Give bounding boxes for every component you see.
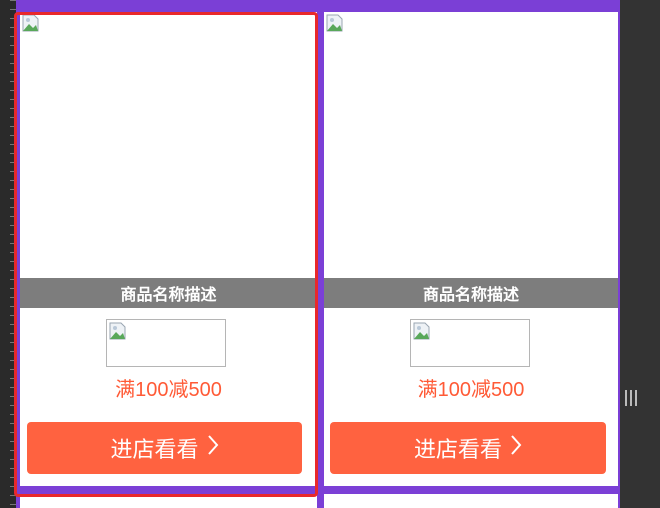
broken-image-icon [22,14,40,32]
promo-text: 满100减500 [417,379,525,401]
promo-text: 满100减500 [115,379,222,401]
visit-shop-label: 进店看看 [110,438,199,463]
resize-handle[interactable] [624,386,638,410]
product-card[interactable]: 商品名称描述 满100减500 进店看看 [324,12,618,486]
next-card-partial [20,494,317,508]
side-panel [620,0,660,508]
product-card[interactable]: 商品名称描述 满100减500 进店看看 [20,12,317,486]
visit-shop-button[interactable]: 进店看看 [27,422,302,474]
product-name: 商品名称描述 [324,278,618,308]
next-card-partial [324,494,618,508]
broken-image-icon [413,322,431,340]
shop-logo [106,319,226,367]
product-name: 商品名称描述 [20,278,317,308]
vertical-ruler [0,0,16,508]
visit-shop-label: 进店看看 [413,438,502,463]
shop-logo [410,319,530,367]
broken-image-icon [326,14,344,32]
visit-shop-button[interactable]: 进店看看 [330,422,606,474]
chevron-right-icon [510,434,522,462]
broken-image-icon [109,322,127,340]
chevron-right-icon [207,434,219,462]
